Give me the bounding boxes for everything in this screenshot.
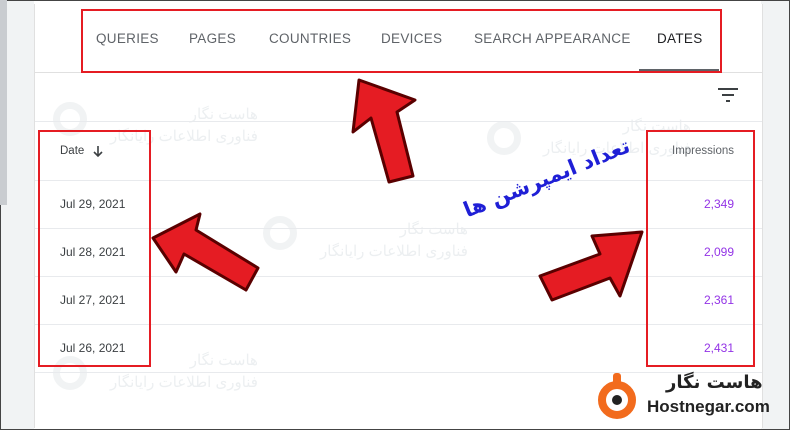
date-column-highlight-box — [38, 130, 151, 367]
brand-name: هاست نگار — [666, 372, 763, 393]
watermark-logo-icon — [263, 216, 297, 250]
tabs-highlight-box — [81, 9, 722, 73]
arrow-left-icon — [151, 212, 260, 292]
hostnegar-logo-icon — [598, 373, 636, 419]
arrow-right-icon — [538, 230, 644, 302]
brand-url: Hostnegar.com — [647, 397, 770, 416]
watermark-text: هاست نگار فناوری اطلاعات رایانگار — [320, 221, 468, 260]
row-divider — [35, 372, 762, 373]
filter-icon[interactable] — [717, 86, 739, 104]
arrow-up-icon — [351, 78, 417, 184]
scrollbar-thumb[interactable] — [0, 0, 7, 205]
right-gutter — [761, 1, 789, 429]
watermark-logo-icon — [487, 121, 521, 155]
impressions-column-highlight-box — [646, 130, 755, 367]
